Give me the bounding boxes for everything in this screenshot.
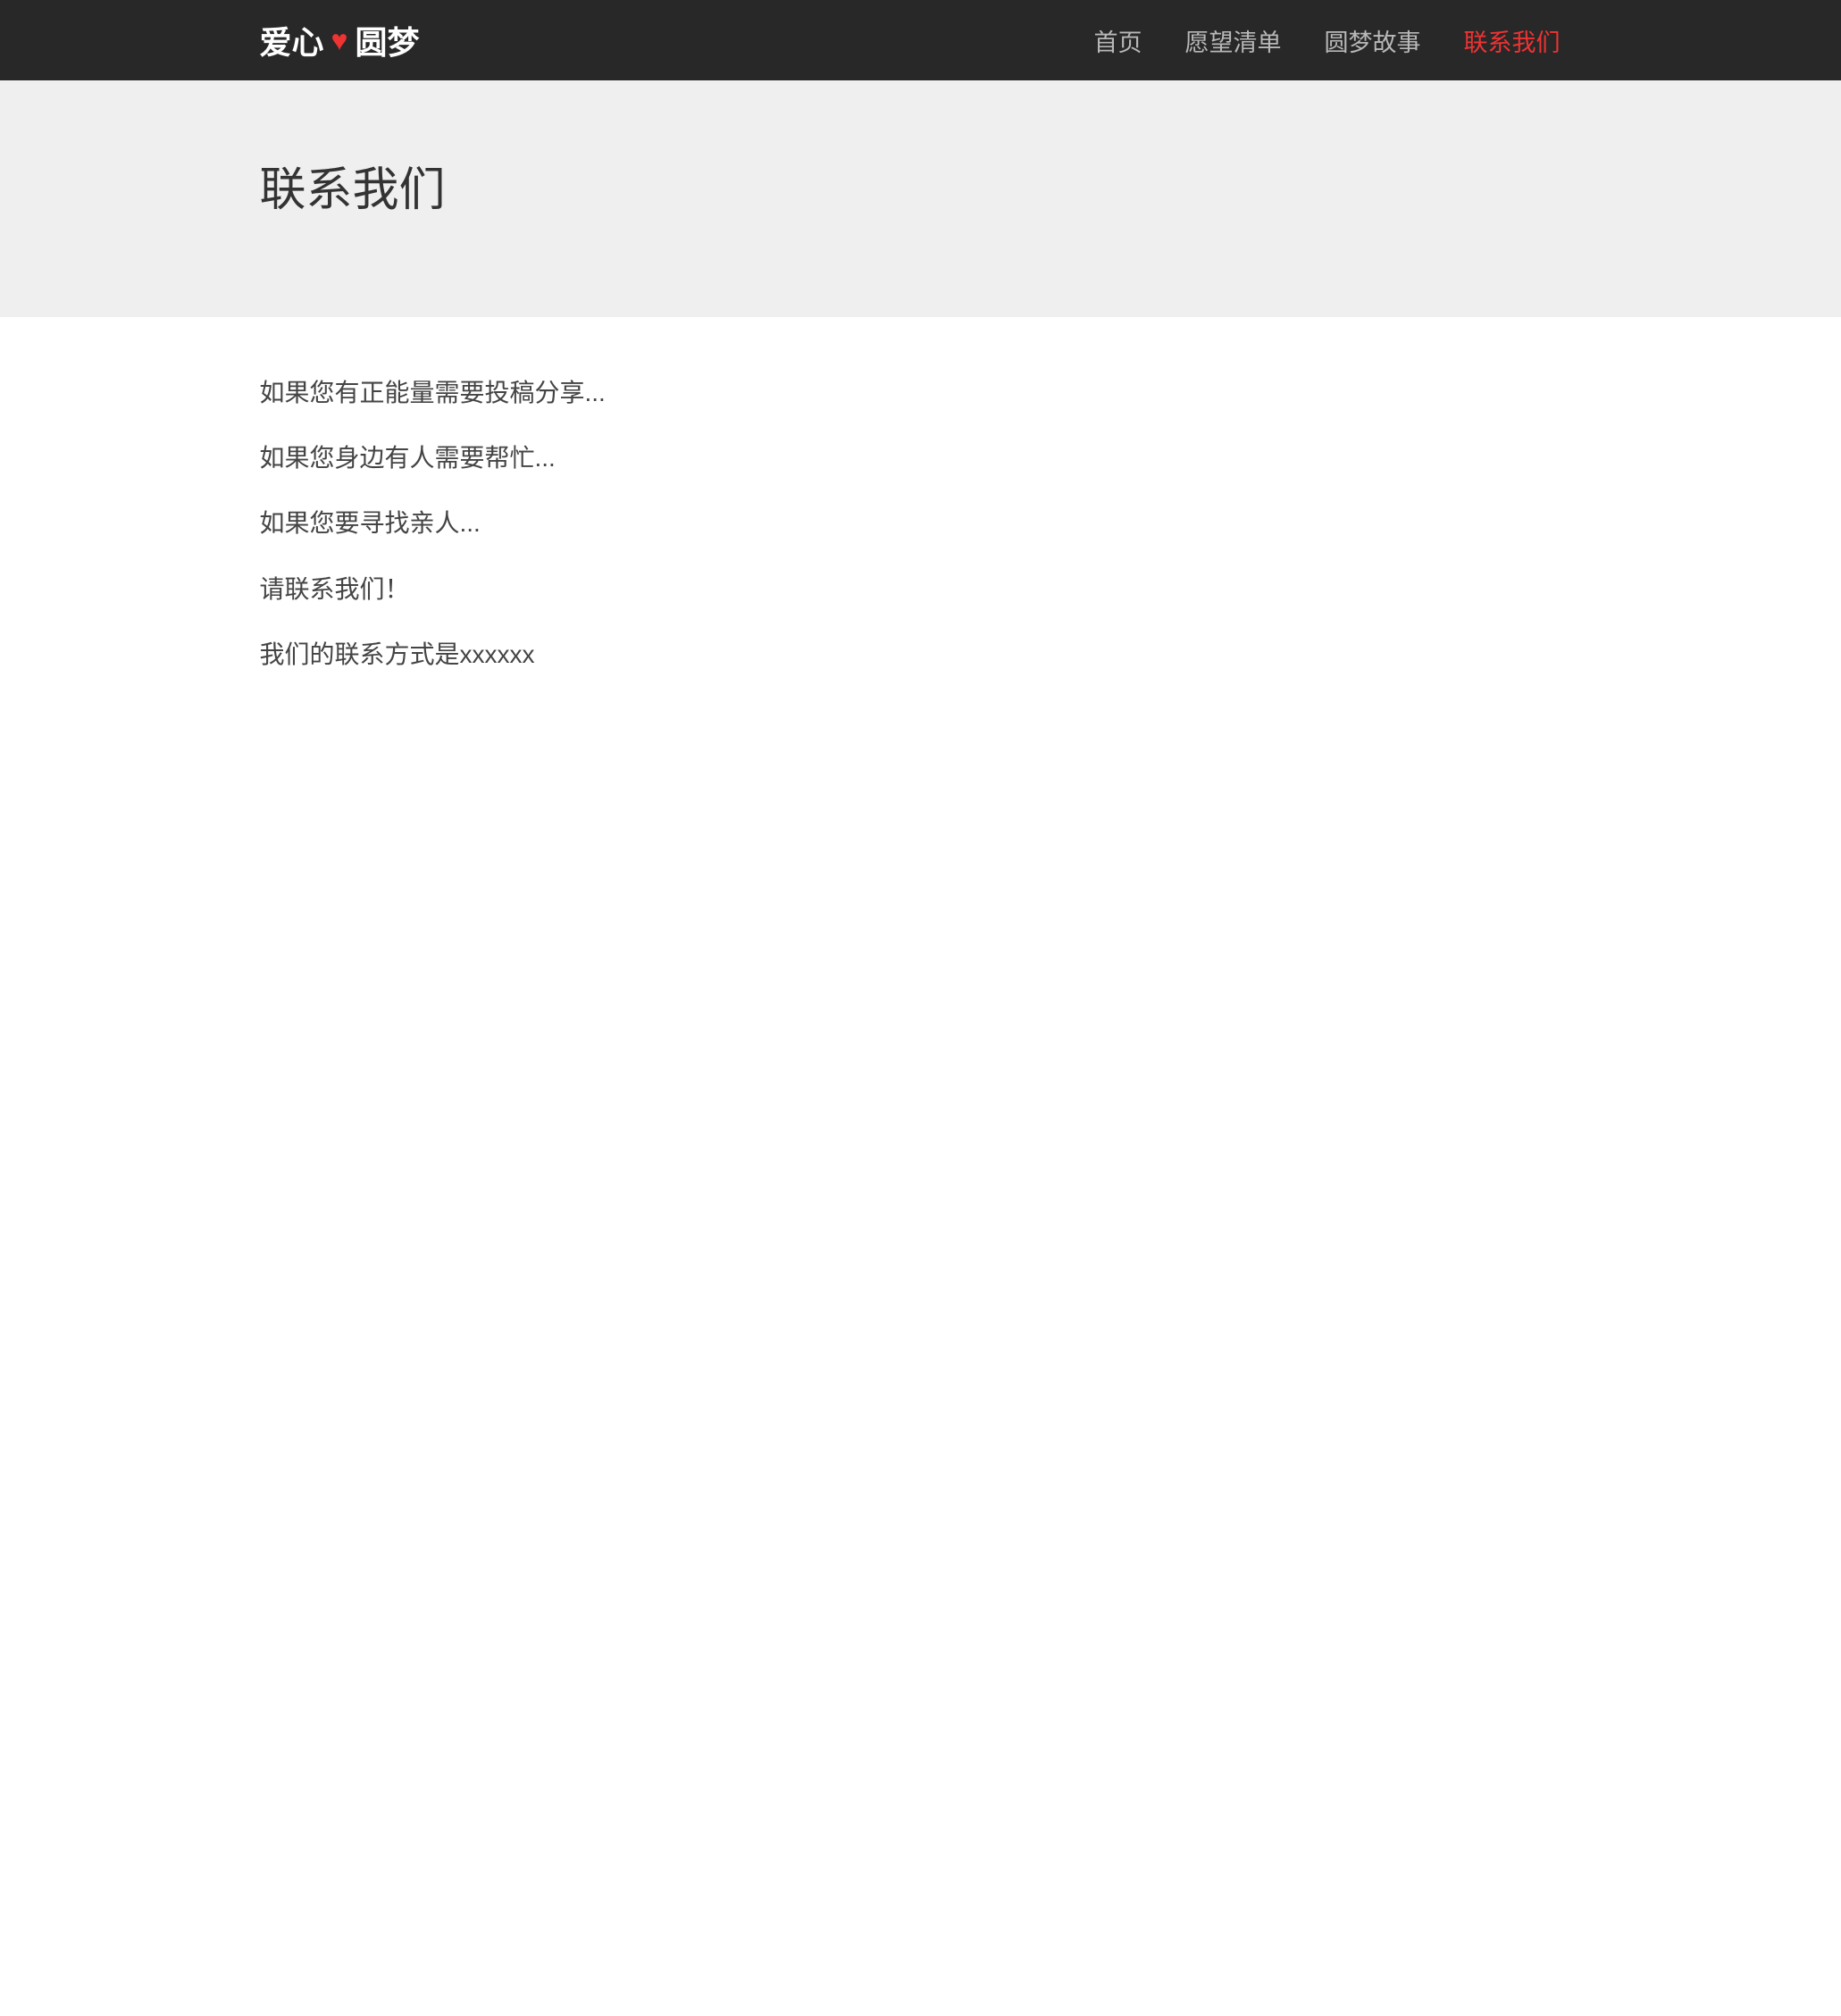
brand-text-right: 圆梦: [356, 17, 420, 63]
brand-logo[interactable]: 爱心 ♥ 圆梦: [260, 17, 420, 63]
nav-link-wishlist[interactable]: 愿望清单: [1164, 29, 1303, 56]
navbar: 爱心 ♥ 圆梦 首页 愿望清单 圆梦故事 联系我们: [0, 0, 1841, 80]
content-paragraph: 如果您身边有人需要帮忙...: [260, 440, 1582, 475]
brand-text-left: 爱心: [260, 17, 324, 63]
content-paragraph: 如果您有正能量需要投稿分享...: [260, 375, 1582, 410]
nav-link-home[interactable]: 首页: [1073, 29, 1164, 56]
content-paragraph: 如果您要寻找亲人...: [260, 506, 1582, 540]
page-title: 联系我们: [260, 152, 1582, 219]
nav-links: 首页 愿望清单 圆梦故事 联系我们: [1073, 23, 1582, 58]
page-header: 联系我们: [0, 80, 1841, 317]
nav-link-stories[interactable]: 圆梦故事: [1303, 29, 1443, 56]
content-area: 如果您有正能量需要投稿分享... 如果您身边有人需要帮忙... 如果您要寻找亲人…: [0, 317, 1841, 760]
content-paragraph: 请联系我们！: [260, 572, 1582, 606]
content-paragraph: 我们的联系方式是xxxxxx: [260, 637, 1582, 672]
nav-link-contact[interactable]: 联系我们: [1443, 29, 1582, 56]
heart-icon: ♥: [331, 24, 348, 57]
